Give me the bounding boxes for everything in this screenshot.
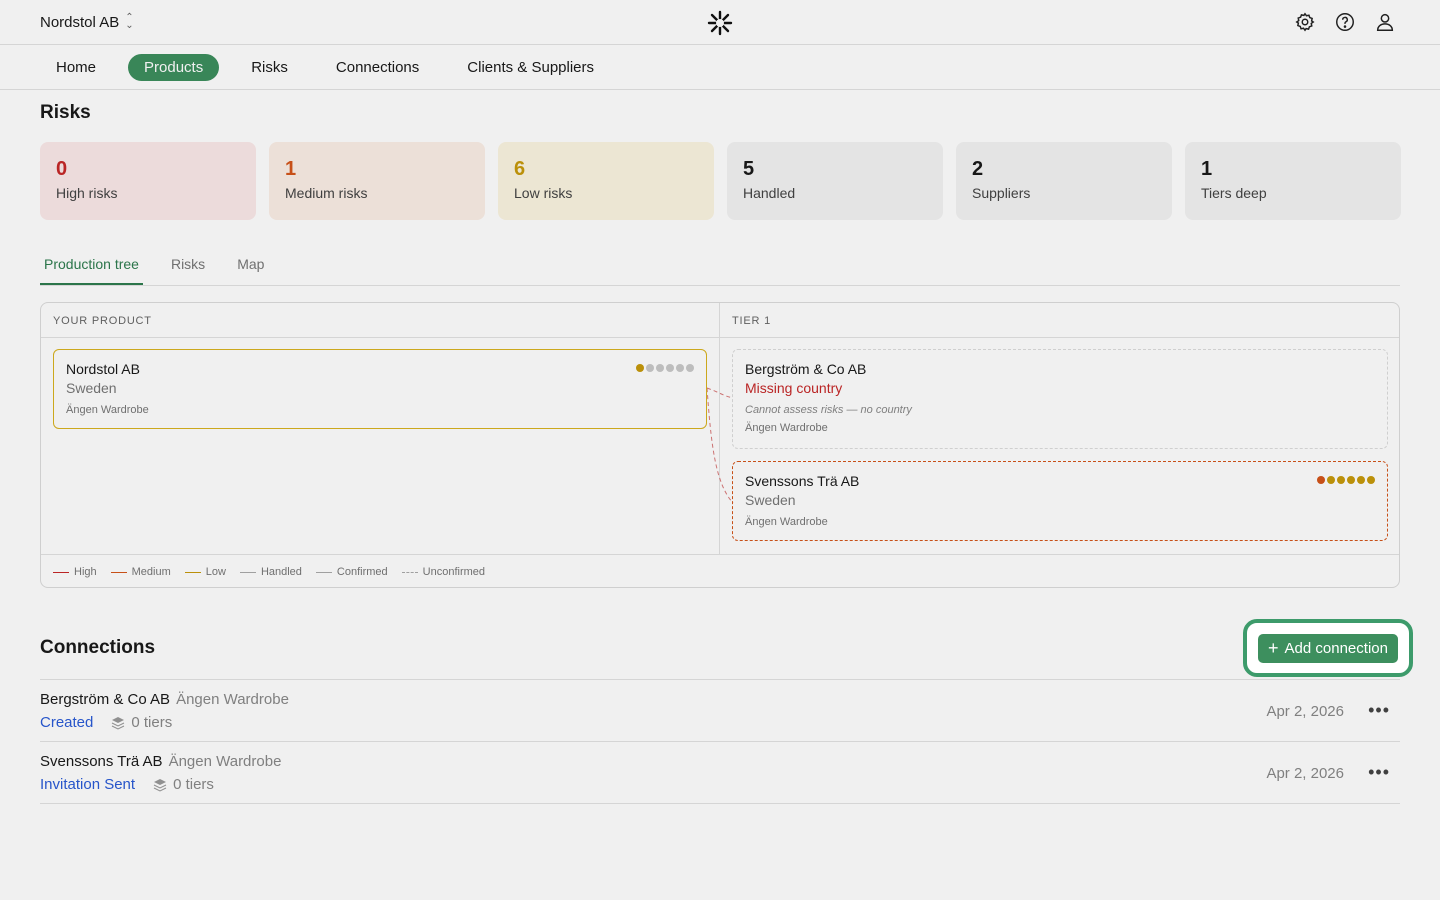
risk-dot — [1317, 476, 1325, 484]
product-country: Sweden — [66, 380, 117, 396]
connection-row[interactable]: Svenssons Trä AB Ängen Wardrobe Invitatio… — [40, 741, 1400, 803]
supplier-name: Svenssons Trä AB — [745, 473, 860, 489]
plus-icon: + — [1268, 638, 1279, 658]
risk-dots — [1317, 476, 1375, 484]
stat-value: 2 — [972, 158, 984, 180]
production-tree: YOUR PRODUCT TIER 1 Nordstol AB Sweden Ä… — [40, 302, 1400, 588]
stat-label: Handled — [743, 185, 796, 201]
legend-confirmed: Confirmed — [315, 566, 388, 578]
top-bar: Nordstol AB ⌃ ⌄ — [0, 0, 1440, 45]
legend-low: Low — [184, 566, 226, 578]
risk-dot — [676, 364, 684, 372]
legend-unconfirmed: Unconfirmed — [401, 566, 485, 578]
tab-map[interactable]: Map — [233, 250, 268, 285]
nav-risks[interactable]: Risks — [235, 54, 304, 81]
product-label: Ängen Wardrobe — [66, 404, 149, 416]
connection-product: Ängen Wardrobe — [176, 691, 289, 708]
stat-medium-risks[interactable]: 1 Medium risks — [269, 142, 485, 220]
stat-low-risks[interactable]: 6 Low risks — [498, 142, 714, 220]
nav-home[interactable]: Home — [40, 54, 112, 81]
connection-product: Ängen Wardrobe — [168, 753, 282, 770]
risk-dot — [1367, 476, 1375, 484]
nav-products[interactable]: Products — [128, 53, 220, 81]
stat-high-risks[interactable]: 0 High risks — [40, 142, 256, 220]
risk-dot — [656, 364, 664, 372]
risk-stats: 0 High risks 1 Medium risks 6 Low risks … — [40, 142, 1401, 220]
org-switcher[interactable]: Nordstol AB ⌃ ⌄ — [40, 12, 134, 31]
connection-tiers: 0 tiers — [131, 714, 173, 731]
connection-date: Apr 2, 2026 — [1266, 703, 1344, 720]
risk-dot — [1347, 476, 1355, 484]
help-icon[interactable] — [1334, 11, 1356, 33]
layers-icon — [112, 716, 125, 730]
settings-icon[interactable] — [1294, 11, 1316, 33]
risk-dot — [1357, 476, 1365, 484]
stat-handled[interactable]: 5 Handled — [727, 142, 943, 220]
connection-row[interactable]: Bergström & Co AB Ängen Wardrobe Created … — [40, 679, 1400, 741]
supplier-name: Bergström & Co AB — [745, 361, 867, 377]
risk-dot — [686, 364, 694, 372]
stat-label: Low risks — [514, 185, 573, 201]
tree-legend: High Medium Low Handled Confirmed Unconf… — [41, 554, 1399, 587]
connection-status: Created — [40, 714, 94, 731]
org-name: Nordstol AB — [40, 13, 120, 31]
supplier-card[interactable]: Bergström & Co AB Missing country Cannot… — [732, 349, 1388, 449]
connection-status: Invitation Sent — [40, 776, 136, 793]
stat-label: Medium risks — [285, 185, 368, 201]
connection-tiers: 0 tiers — [173, 776, 214, 793]
supplier-product: Ängen Wardrobe — [745, 516, 828, 528]
stat-label: Tiers deep — [1201, 185, 1267, 201]
stat-value: 0 — [56, 158, 68, 180]
nav-connections[interactable]: Connections — [320, 54, 435, 81]
product-name: Nordstol AB — [66, 361, 140, 377]
connections-title: Connections — [40, 637, 156, 658]
risk-dots — [636, 364, 694, 372]
connection-name: Bergström & Co AB — [40, 691, 171, 708]
connection-name: Svenssons Trä AB — [40, 753, 163, 770]
risks-title: Risks — [40, 102, 91, 123]
stat-value: 1 — [1201, 158, 1213, 180]
more-options-icon[interactable]: ••• — [1368, 762, 1390, 783]
view-tabs: Production tree Risks Map — [40, 250, 1400, 286]
stat-suppliers[interactable]: 2 Suppliers — [956, 142, 1172, 220]
tab-production-tree[interactable]: Production tree — [40, 250, 143, 285]
add-connection-button[interactable]: + Add connection — [1258, 633, 1398, 663]
supplier-note: Cannot assess risks — no country — [745, 404, 912, 416]
column-header-product: YOUR PRODUCT — [41, 303, 719, 338]
risk-dot — [646, 364, 654, 372]
stat-value: 5 — [743, 158, 755, 180]
stat-label: Suppliers — [972, 185, 1031, 201]
connection-date: Apr 2, 2026 — [1266, 765, 1344, 782]
supplier-country: Missing country — [745, 380, 843, 396]
list-divider — [40, 803, 1400, 804]
more-options-icon[interactable]: ••• — [1368, 700, 1390, 721]
tab-risks[interactable]: Risks — [167, 250, 209, 285]
risk-dot — [666, 364, 674, 372]
layers-icon — [153, 778, 167, 792]
column-header-tier: TIER 1 — [720, 303, 1399, 338]
legend-handled: Handled — [239, 566, 302, 578]
supplier-product: Ängen Wardrobe — [745, 422, 828, 434]
stat-label: High risks — [56, 185, 118, 201]
supplier-country: Sweden — [745, 492, 796, 508]
legend-medium: Medium — [110, 566, 171, 578]
product-card[interactable]: Nordstol AB Sweden Ängen Wardrobe — [53, 349, 707, 429]
supplier-card[interactable]: Svenssons Trä AB Sweden Ängen Wardrobe — [732, 461, 1388, 541]
risk-dot — [636, 364, 644, 372]
nav-clients-suppliers[interactable]: Clients & Suppliers — [451, 54, 610, 81]
legend-high: High — [53, 566, 97, 578]
user-icon[interactable] — [1374, 11, 1396, 33]
chevron-updown-icon: ⌃ ⌄ — [125, 12, 134, 31]
logo-icon — [707, 10, 733, 36]
main-nav: Home Products Risks Connections Clients … — [0, 45, 1440, 90]
risk-dot — [1327, 476, 1335, 484]
stat-value: 6 — [514, 158, 526, 180]
add-connection-label: Add connection — [1284, 639, 1388, 657]
risk-dot — [1337, 476, 1345, 484]
stat-tiers-deep[interactable]: 1 Tiers deep — [1185, 142, 1401, 220]
add-connection-highlight: + Add connection — [1243, 619, 1413, 677]
stat-value: 1 — [285, 158, 297, 180]
